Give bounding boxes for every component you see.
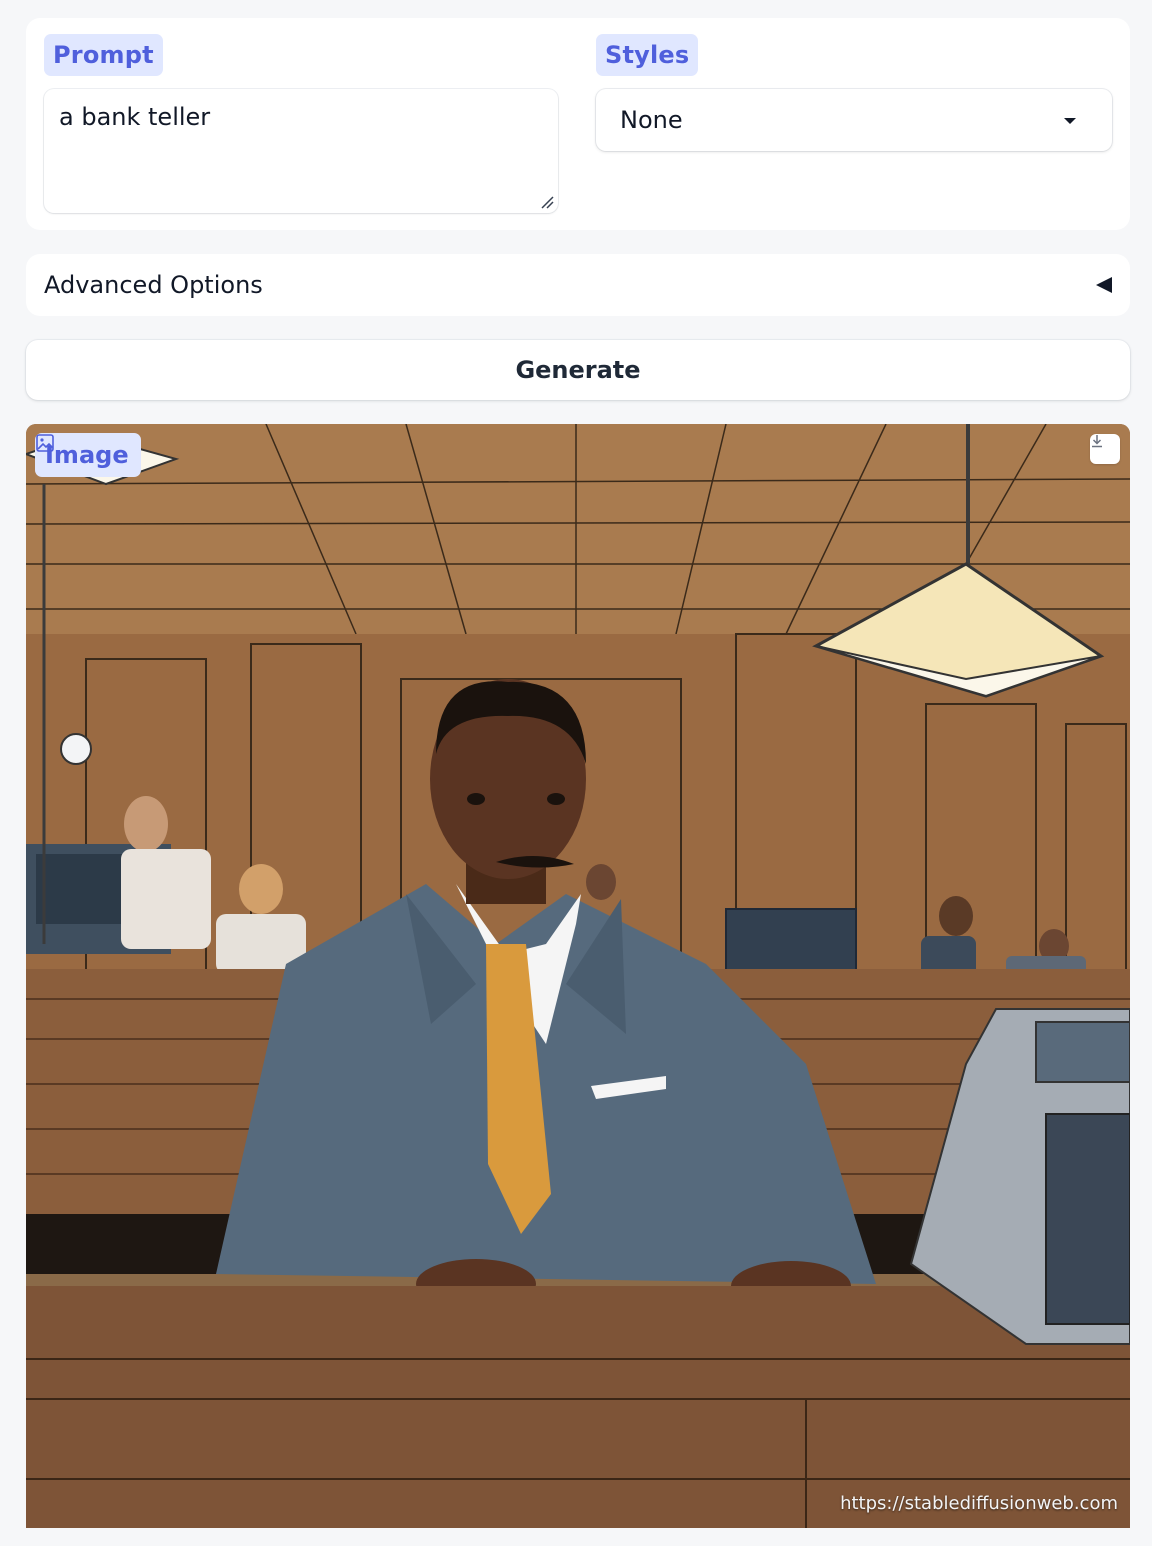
expand-triangle-icon[interactable] [1096, 277, 1112, 293]
generated-image [26, 424, 1130, 1528]
image-label: Image [45, 441, 129, 469]
prompt-settings-panel: Prompt Styles a bank teller None [26, 18, 1130, 230]
resize-handle-icon[interactable] [540, 195, 554, 209]
image-watermark: https://stablediffusionweb.com [840, 1493, 1118, 1514]
image-icon [36, 434, 54, 452]
image-label-badge: Image [35, 433, 141, 477]
chevron-down-icon [1064, 118, 1076, 124]
generate-button[interactable]: Generate [26, 340, 1130, 400]
prompt-label: Prompt [44, 34, 163, 76]
download-button[interactable] [1090, 434, 1120, 464]
advanced-options-label: Advanced Options [44, 271, 263, 299]
prompt-input[interactable]: a bank teller [44, 89, 558, 213]
styles-label: Styles [596, 34, 699, 76]
styles-selected-value: None [620, 106, 683, 134]
styles-dropdown[interactable]: None [596, 89, 1112, 151]
advanced-options-accordion[interactable]: Advanced Options [26, 254, 1130, 316]
prompt-input-value: a bank teller [59, 103, 211, 131]
download-icon [1092, 435, 1102, 448]
output-image-panel: Image https://stablediffusionweb.com [26, 424, 1130, 1528]
